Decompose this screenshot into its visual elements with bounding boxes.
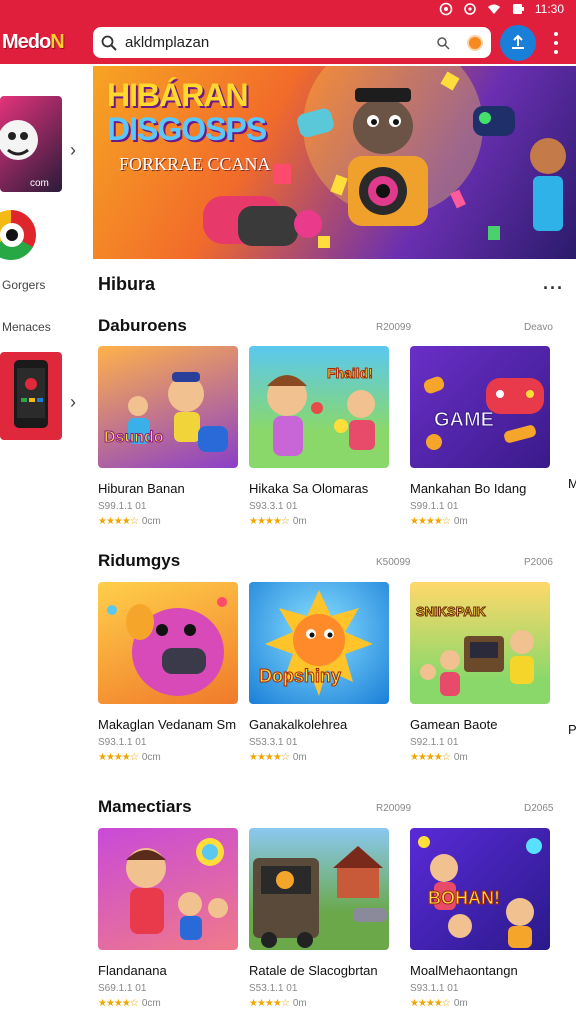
game-meta: S99.1.1 01: [98, 501, 147, 512]
game-card[interactable]: Ratale de Slacogbrtan S53.1.1 01 ★★★★☆ 0m: [249, 828, 391, 1009]
game-card[interactable]: BOHAN! MoalMehaontangn S93.1.1 01 ★★★★☆ 0…: [410, 828, 552, 1009]
game-rating: ★★★★☆ 0m: [249, 752, 307, 763]
game-rating: ★★★★☆ 0m: [249, 998, 307, 1009]
phone-icon: [14, 360, 48, 428]
game-thumbnail: Fhaild!: [249, 346, 389, 468]
search-input[interactable]: [125, 34, 423, 51]
game-card[interactable]: GAME Mankahan Bo Idang S99.1.1 01 ★★★★☆ 0…: [410, 346, 552, 527]
game-title: Hikaka Sa Olomaras: [249, 481, 369, 496]
game-card[interactable]: Flandanana S69.1.1 01 ★★★★☆ 0cm: [98, 828, 240, 1009]
rail-tile-2[interactable]: [0, 210, 36, 260]
game-title: Ganakalkolehrea: [249, 717, 348, 732]
settings-status-icon: [464, 3, 476, 15]
svg-text:Fhaild!: Fhaild!: [327, 365, 373, 381]
game-title: Mankahan Bo Idang: [410, 481, 527, 496]
svg-text:com: com: [30, 178, 49, 189]
section-title-2: Ridumgys: [98, 551, 181, 570]
upload-button[interactable]: [500, 25, 536, 61]
game-rating: ★★★★☆ 0cm: [98, 998, 161, 1009]
game-title: Gamean Baote: [410, 717, 498, 732]
top-app-bar: MedoN: [0, 22, 576, 64]
character-icon: [0, 223, 24, 247]
battery-icon: [512, 4, 524, 14]
hero-title: HIBÁRAN DISGOSPS: [107, 77, 267, 147]
game-thumbnail: GAME: [410, 346, 550, 468]
game-thumbnail: Dsundo: [98, 346, 238, 468]
rail-chevron-1[interactable]: ›: [70, 140, 76, 161]
game-card[interactable]: Fhaild! Hikaka Sa Olomaras S93.3.1 01 ★★…: [249, 346, 391, 527]
section-meta-right-1[interactable]: Deavo: [524, 322, 553, 333]
game-meta: S53.1.1 01: [249, 983, 298, 994]
svg-text:Dopshiny: Dopshiny: [259, 666, 341, 686]
svg-text:BOHAN!: BOHAN!: [428, 888, 500, 908]
game-thumbnail: BOHAN!: [410, 828, 550, 950]
rail-label-1[interactable]: Gorgers: [2, 278, 45, 292]
game-thumbnail: [249, 828, 389, 950]
game-title: Makaglan Vedanam Sm: [98, 717, 237, 732]
next-card-peek[interactable]: M: [568, 476, 576, 491]
game-thumbnail: [98, 582, 238, 704]
game-thumbnail: [98, 828, 238, 950]
coin-icon[interactable]: [467, 34, 483, 51]
game-title: Ratale de Slacogbrtan: [249, 963, 378, 978]
mascot-icon: com: [0, 120, 49, 189]
game-title: MoalMehaontangn: [410, 963, 518, 978]
game-meta: S93.1.1 01: [98, 737, 147, 748]
clear-search-icon[interactable]: [435, 35, 451, 51]
app-logo[interactable]: MedoN: [2, 31, 65, 54]
overflow-menu-icon[interactable]: [550, 32, 562, 54]
game-card[interactable]: Makaglan Vedanam Sm S93.1.1 01 ★★★★☆ 0cm: [98, 582, 240, 763]
game-card[interactable]: SNIKSPAIK Gamean Baote S92.1.1 01 ★★★★☆ 0…: [410, 582, 552, 763]
upload-icon: [512, 34, 524, 49]
rail-tile-3[interactable]: [0, 352, 62, 440]
game-meta: S53.3.1 01: [249, 737, 298, 748]
game-meta: S99.1.1 01: [410, 501, 459, 512]
game-meta: S93.3.1 01: [249, 501, 298, 512]
rail-label-2[interactable]: Menaces: [2, 320, 51, 334]
section-meta-right-2[interactable]: P2006: [524, 557, 553, 568]
game-rating: ★★★★☆ 0cm: [98, 516, 161, 527]
game-rating: ★★★★☆ 0m: [410, 752, 468, 763]
section-meta-left-1: R20099: [376, 322, 412, 333]
more-options-icon[interactable]: ···: [543, 278, 564, 299]
search-icon: [101, 35, 117, 51]
main-section-title: Hibura: [98, 274, 156, 294]
logo-text: Medo: [2, 31, 51, 53]
section-meta-left-2: K50099: [376, 557, 411, 568]
rail-tile-1[interactable]: com: [0, 96, 62, 192]
game-title: Flandanana: [98, 963, 167, 978]
svg-text:GAME: GAME: [434, 409, 494, 431]
wifi-icon: [487, 4, 500, 14]
left-rail: com › Gorgers Menaces ›: [0, 64, 92, 564]
logo-accent: N: [50, 31, 64, 53]
svg-text:Dsundo: Dsundo: [104, 429, 164, 446]
search-bar[interactable]: [93, 27, 491, 58]
svg-text:SNIKSPAIK: SNIKSPAIK: [416, 604, 486, 619]
game-thumbnail: Dopshiny: [249, 582, 389, 704]
game-card[interactable]: Dopshiny Ganakalkolehrea S53.3.1 01 ★★★★…: [249, 582, 391, 763]
section-meta-left-3: R20099: [376, 803, 412, 814]
hero-subtitle: FORKRAE CCANA: [119, 154, 271, 174]
notification-icon: [439, 2, 453, 16]
section-meta-right-3[interactable]: D2065: [524, 803, 553, 814]
game-meta: S69.1.1 01: [98, 983, 147, 994]
hero-title-line-1: HIBÁRAN: [107, 77, 249, 113]
game-rating: ★★★★☆ 0m: [410, 516, 468, 527]
game-rating: ★★★★☆ 0cm: [98, 752, 161, 763]
next-card-peek[interactable]: P: [568, 722, 576, 737]
status-bar: 11:30: [0, 0, 576, 22]
game-rating: ★★★★☆ 0m: [249, 516, 307, 527]
section-title-1: Daburoens: [98, 316, 187, 335]
status-time: 11:30: [534, 2, 564, 16]
game-title: Hiburan Banan: [98, 481, 185, 496]
game-rating: ★★★★☆ 0m: [410, 998, 468, 1009]
hero-banner[interactable]: HIBÁRAN DISGOSPS FORKRAE CCANA: [93, 66, 576, 259]
hero-title-line-2: DISGOSPS: [107, 111, 267, 147]
game-card[interactable]: Dsundo Hiburan Banan S99.1.1 01 ★★★★☆ 0cm: [98, 346, 240, 527]
rail-chevron-2[interactable]: ›: [70, 392, 76, 413]
game-meta: S93.1.1 01: [410, 983, 459, 994]
game-meta: S92.1.1 01: [410, 737, 459, 748]
section-title-3: Mamectiars: [98, 797, 192, 816]
game-thumbnail: SNIKSPAIK: [410, 582, 550, 704]
